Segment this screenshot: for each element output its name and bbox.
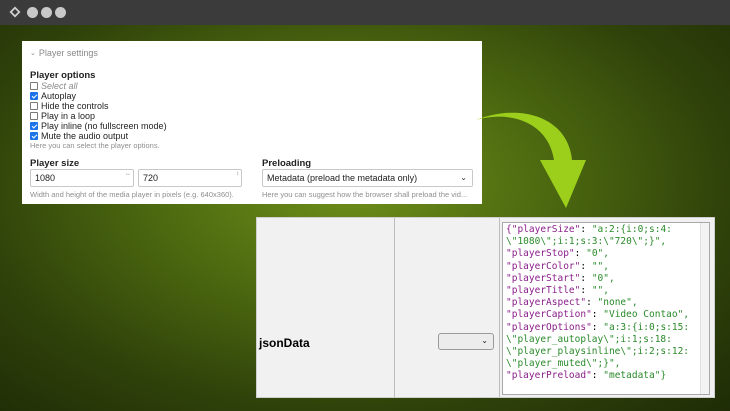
width-value: 1080 bbox=[35, 173, 56, 183]
chevron-down-icon: ⌄ bbox=[460, 173, 467, 182]
player-settings-panel: ⌄ Player settings Player options Select a… bbox=[22, 41, 482, 204]
player-height-input[interactable]: 720 ↕ bbox=[138, 169, 242, 187]
json-value: \"player_muted\";}", bbox=[506, 358, 621, 370]
json-colon: : bbox=[580, 285, 592, 297]
option-play-inline[interactable]: Play inline (no fullscreen mode) bbox=[30, 121, 167, 131]
play-inline-checkbox[interactable] bbox=[30, 122, 38, 130]
json-data-textarea[interactable]: {"playerSize": "a:2:{i:0;s:4: \"1080\";i:… bbox=[502, 222, 710, 395]
json-line: \"player_autoplay\";i:1;s:18: bbox=[506, 334, 706, 346]
json-line: \"1080\";i:1;s:3:\"720\";}", bbox=[506, 236, 706, 248]
json-key: "playerPreload" bbox=[506, 370, 592, 382]
json-key: "playerStart" bbox=[506, 272, 581, 284]
json-value: "", bbox=[591, 285, 609, 297]
option-label: Play in a loop bbox=[41, 111, 96, 121]
play-loop-checkbox[interactable] bbox=[30, 112, 38, 120]
json-line: "playerStop": "0", bbox=[506, 248, 706, 260]
option-mute[interactable]: Mute the audio output bbox=[30, 131, 128, 141]
json-value: "metadata"} bbox=[603, 370, 667, 382]
window-minimize-button[interactable] bbox=[41, 7, 52, 18]
option-play-loop[interactable]: Play in a loop bbox=[30, 111, 95, 121]
column-divider bbox=[499, 218, 500, 397]
window-titlebar bbox=[0, 0, 730, 25]
player-width-input[interactable]: 1080 ↔ bbox=[30, 169, 134, 187]
json-line: "playerCaption": "Video Contao", bbox=[506, 309, 706, 321]
json-value: "a:2:{i:0;s:4: bbox=[591, 224, 672, 235]
json-colon: : bbox=[591, 321, 604, 333]
autoplay-checkbox[interactable] bbox=[30, 92, 38, 100]
json-key: "playerAspect" bbox=[506, 297, 587, 309]
json-value: "Video Contao", bbox=[603, 309, 690, 321]
database-row-panel: jsonData ⌄ {"playerSize": "a:2:{i:0;s:4:… bbox=[256, 217, 715, 398]
json-value: "0", bbox=[591, 272, 615, 284]
mute-checkbox[interactable] bbox=[30, 132, 38, 140]
json-line: "playerStart": "0", bbox=[506, 273, 706, 285]
option-autoplay[interactable]: Autoplay bbox=[30, 91, 76, 101]
function-select[interactable]: ⌄ bbox=[438, 333, 494, 350]
json-line: "playerTitle": "", bbox=[506, 285, 706, 297]
json-colon: : bbox=[586, 297, 598, 309]
option-label: Mute the audio output bbox=[41, 131, 129, 141]
chevron-down-icon: ⌄ bbox=[30, 50, 36, 57]
json-line: "playerPreload": "metadata"} bbox=[506, 370, 706, 382]
scrollbar[interactable] bbox=[700, 223, 709, 394]
arrow-icon bbox=[476, 112, 586, 208]
option-label: Select all bbox=[41, 81, 78, 91]
json-colon: : bbox=[591, 370, 604, 382]
option-select-all[interactable]: Select all bbox=[30, 81, 78, 91]
json-line: "playerColor": "", bbox=[506, 261, 706, 273]
window-close-button[interactable] bbox=[27, 7, 38, 18]
json-line: "playerOptions": "a:3:{i:0;s:15: bbox=[506, 322, 706, 334]
select-all-checkbox[interactable] bbox=[30, 82, 38, 90]
json-line: \"player_muted\";}", bbox=[506, 358, 706, 370]
json-line: {"playerSize": "a:2:{i:0;s:4: bbox=[506, 224, 706, 236]
legend-label: Player settings bbox=[38, 48, 98, 58]
player-options-title: Player options bbox=[30, 70, 96, 81]
json-line: "playerAspect": "none", bbox=[506, 297, 706, 309]
json-key: "playerCaption" bbox=[506, 309, 592, 321]
size-hint: Width and height of the media player in … bbox=[30, 190, 234, 199]
json-key: {"playerSize" bbox=[506, 224, 581, 235]
json-value: "a:3:{i:0;s:15: bbox=[603, 321, 690, 333]
hide-controls-checkbox[interactable] bbox=[30, 102, 38, 110]
resize-icon: ↔ bbox=[125, 171, 131, 177]
json-value: "", bbox=[591, 260, 609, 272]
field-name: jsonData bbox=[259, 336, 310, 350]
window-maximize-button[interactable] bbox=[55, 7, 66, 18]
app-logo-icon bbox=[9, 6, 21, 18]
json-value: \"player_playsinline\";i:2;s:12: bbox=[506, 346, 690, 358]
json-value: "none", bbox=[597, 297, 638, 309]
json-key: "playerColor" bbox=[506, 260, 581, 272]
preload-hint: Here you can suggest how the browser sha… bbox=[262, 190, 468, 199]
json-colon: : bbox=[580, 224, 592, 235]
option-label: Play inline (no fullscreen mode) bbox=[41, 121, 167, 131]
json-colon: : bbox=[591, 309, 604, 321]
json-colon: : bbox=[580, 272, 592, 284]
preloading-title: Preloading bbox=[262, 158, 312, 169]
preload-value: Metadata (preload the metadata only) bbox=[267, 173, 418, 183]
json-key: "playerStop" bbox=[506, 248, 575, 260]
option-label: Hide the controls bbox=[41, 101, 109, 111]
resize-icon: ↕ bbox=[236, 171, 239, 177]
option-label: Autoplay bbox=[41, 91, 77, 101]
json-colon: : bbox=[580, 260, 592, 272]
json-colon: : bbox=[574, 248, 587, 260]
preloading-select[interactable]: Metadata (preload the metadata only) ⌄ bbox=[262, 169, 473, 187]
json-key: "playerTitle" bbox=[506, 285, 581, 297]
height-value: 720 bbox=[143, 173, 159, 183]
player-settings-legend[interactable]: ⌄ Player settings bbox=[30, 48, 98, 58]
json-line: \"player_playsinline\";i:2;s:12: bbox=[506, 346, 706, 358]
option-hide-controls[interactable]: Hide the controls bbox=[30, 101, 109, 111]
chevron-down-icon: ⌄ bbox=[481, 336, 488, 345]
player-size-title: Player size bbox=[30, 158, 80, 169]
options-hint: Here you can select the player options. bbox=[30, 141, 160, 150]
json-value: \"player_autoplay\";i:1;s:18: bbox=[506, 333, 672, 345]
json-value: "0", bbox=[586, 248, 609, 260]
json-key: "playerOptions" bbox=[506, 321, 592, 333]
json-value: \"1080\";i:1;s:3:\"720\";}", bbox=[506, 236, 667, 248]
column-divider bbox=[394, 218, 395, 397]
